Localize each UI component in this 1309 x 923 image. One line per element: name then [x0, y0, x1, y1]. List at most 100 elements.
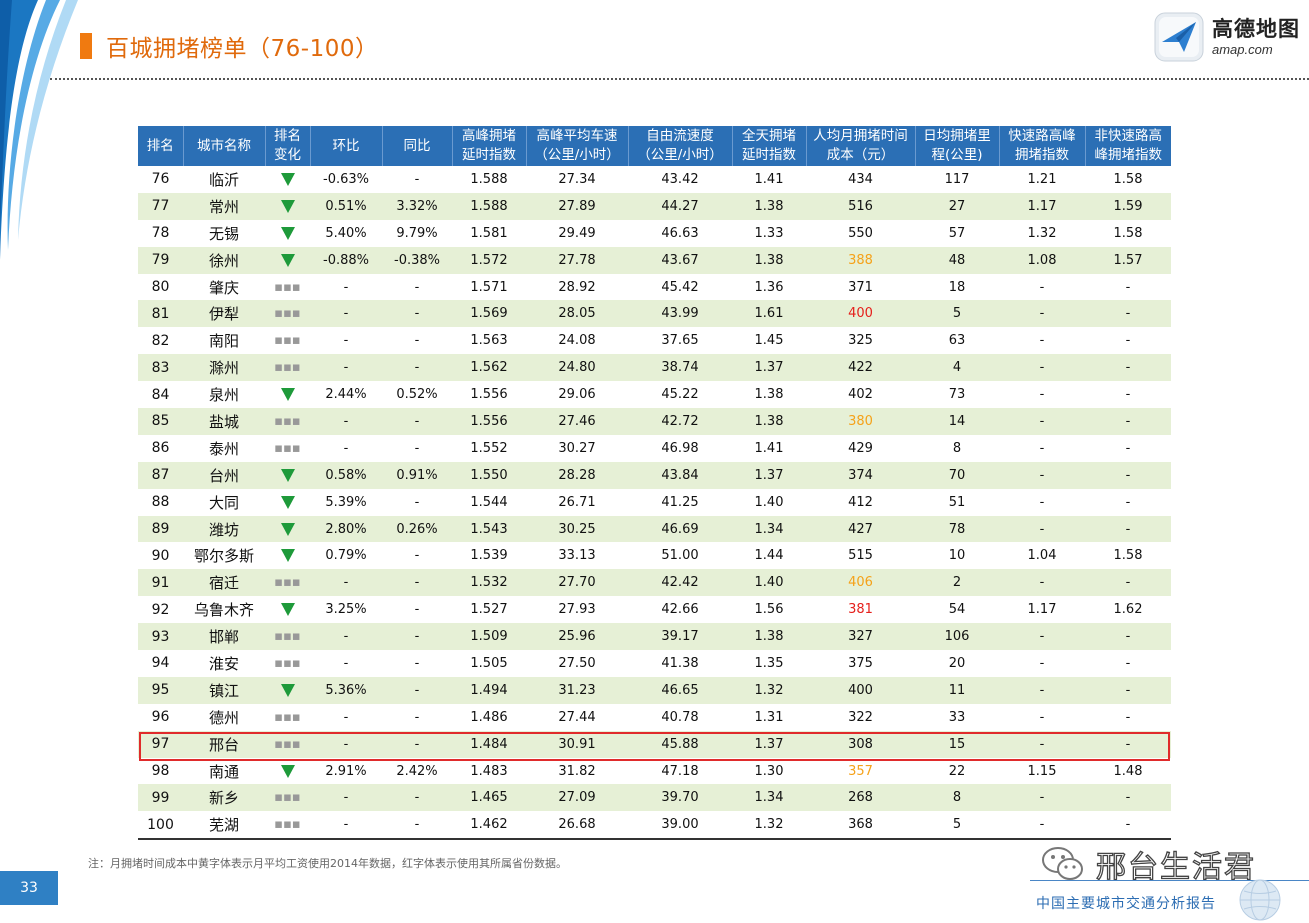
- expressway-index-cell: -: [999, 784, 1085, 812]
- day-index-cell: 1.61: [732, 300, 806, 328]
- expressway-index-cell: -: [999, 354, 1085, 382]
- congestion-km-cell: 2: [915, 569, 999, 597]
- yoy-cell: -: [382, 569, 452, 597]
- rank-change-cell: [265, 461, 310, 489]
- congestion-km-cell: 117: [915, 166, 999, 193]
- peak-index-cell: 1.465: [452, 784, 526, 812]
- peak-index-cell: 1.505: [452, 650, 526, 677]
- peak-index-cell: 1.532: [452, 569, 526, 597]
- peak-speed-cell: 30.25: [526, 515, 628, 543]
- rank-change-cell: ▪▪▪: [265, 434, 310, 462]
- congestion-km-cell: 18: [915, 273, 999, 301]
- rank-down-arrow-icon: [280, 172, 295, 186]
- non-expressway-index-cell: -: [1085, 784, 1171, 812]
- cost-cell: 375: [806, 650, 915, 677]
- congestion-km-cell: 27: [915, 192, 999, 220]
- yoy-cell: -: [382, 703, 452, 731]
- rank-cell: 88: [138, 488, 183, 516]
- column-header: 非快速路高 峰拥堵指数: [1085, 126, 1171, 166]
- peak-index-cell: 1.483: [452, 757, 526, 785]
- rank-cell: 85: [138, 408, 183, 435]
- peak-speed-cell: 29.49: [526, 219, 628, 247]
- day-index-cell: 1.38: [732, 381, 806, 409]
- city-name-cell: 徐州: [183, 246, 265, 274]
- rank-unchanged-icon: ▪▪▪: [274, 709, 301, 725]
- free-speed-cell: 37.65: [628, 327, 732, 355]
- day-index-cell: 1.38: [732, 408, 806, 435]
- table-row: 91 宿迁 ▪▪▪ - -1.532 27.70 42.42 1.40 406 2- -: [138, 569, 1171, 597]
- mom-cell: -: [310, 300, 382, 328]
- table-row: 84 泉州 2.44% 0.52% 1.556 29.06 45.22 1.38 402 73- -: [138, 381, 1171, 409]
- footer-report-title: 中国主要城市交通分析报告: [1036, 896, 1216, 912]
- peak-index-cell: 1.544: [452, 488, 526, 516]
- day-index-cell: 1.33: [732, 219, 806, 247]
- rank-cell: 79: [138, 246, 183, 274]
- peak-index-cell: 1.588: [452, 192, 526, 220]
- table-row: 100 芜湖 ▪▪▪ - -1.462 26.68 39.00 1.32 368 5- -: [138, 811, 1171, 841]
- expressway-index-cell: 1.08: [999, 246, 1085, 274]
- expressway-index-cell: -: [999, 461, 1085, 489]
- congestion-km-cell: 70: [915, 461, 999, 489]
- non-expressway-index-cell: -: [1085, 676, 1171, 704]
- rank-cell: 89: [138, 515, 183, 543]
- peak-speed-cell: 31.82: [526, 757, 628, 785]
- peak-speed-cell: 26.68: [526, 811, 628, 841]
- rank-cell: 100: [138, 811, 183, 841]
- column-header: 排名 变化: [265, 126, 311, 166]
- cost-cell: 400: [806, 300, 915, 328]
- day-index-cell: 1.38: [732, 623, 806, 651]
- rank-change-cell: ▪▪▪: [265, 354, 310, 382]
- mom-cell: 2.91%: [310, 757, 382, 785]
- day-index-cell: 1.34: [732, 515, 806, 543]
- mom-cell: 2.44%: [310, 381, 382, 409]
- free-speed-cell: 42.42: [628, 569, 732, 597]
- cost-cell: 368: [806, 811, 915, 841]
- expressway-index-cell: -: [999, 703, 1085, 731]
- non-expressway-index-cell: -: [1085, 623, 1171, 651]
- mom-cell: -: [310, 569, 382, 597]
- yoy-cell: 0.52%: [382, 381, 452, 409]
- yoy-cell: 9.79%: [382, 219, 452, 247]
- column-header-line: （公里/小时）: [637, 147, 723, 163]
- table-row: 88 大同 5.39% -1.544 26.71 41.25 1.40 412 51- -: [138, 488, 1171, 516]
- rank-down-arrow-icon: [280, 603, 295, 617]
- page-title-block: 百城拥堵榜单（76-100）: [80, 30, 378, 62]
- mom-cell: 0.79%: [310, 542, 382, 570]
- expressway-index-cell: -: [999, 434, 1085, 462]
- mom-cell: -: [310, 327, 382, 355]
- yoy-cell: -: [382, 408, 452, 435]
- free-speed-cell: 43.42: [628, 166, 732, 193]
- cost-cell: 322: [806, 703, 915, 731]
- rank-change-cell: [265, 757, 310, 785]
- rank-down-arrow-icon: [280, 199, 295, 213]
- city-name-cell: 常州: [183, 192, 265, 220]
- mom-cell: -: [310, 650, 382, 677]
- city-name-cell: 无锡: [183, 219, 265, 247]
- day-index-cell: 1.41: [732, 166, 806, 193]
- mom-cell: -: [310, 408, 382, 435]
- column-header: 同比: [382, 126, 453, 166]
- cost-cell: 327: [806, 623, 915, 651]
- rank-unchanged-icon: ▪▪▪: [274, 413, 301, 429]
- table-row: 98 南通 2.91% 2.42% 1.483 31.82 47.18 1.30 357 22 1.…: [138, 757, 1171, 785]
- cost-cell: 357: [806, 757, 915, 785]
- yoy-cell: -: [382, 354, 452, 382]
- cost-cell: 380: [806, 408, 915, 435]
- yoy-cell: 3.32%: [382, 192, 452, 220]
- free-speed-cell: 46.98: [628, 434, 732, 462]
- yoy-cell: -: [382, 434, 452, 462]
- rank-change-cell: [265, 596, 310, 624]
- page-title: 百城拥堵榜单（76-100）: [106, 36, 379, 62]
- city-name-cell: 滁州: [183, 354, 265, 382]
- day-index-cell: 1.31: [732, 703, 806, 731]
- rank-unchanged-icon: ▪▪▪: [274, 629, 301, 645]
- column-header: 日均拥堵里 程(公里): [915, 126, 1000, 166]
- rank-change-cell: [265, 542, 310, 570]
- peak-index-cell: 1.527: [452, 596, 526, 624]
- peak-index-cell: 1.563: [452, 327, 526, 355]
- non-expressway-index-cell: 1.48: [1085, 757, 1171, 785]
- city-name-cell: 盐城: [183, 408, 265, 435]
- rank-cell: 86: [138, 434, 183, 462]
- table-row: 96 德州 ▪▪▪ - -1.486 27.44 40.78 1.31 322 33- -: [138, 703, 1171, 731]
- expressway-index-cell: 1.04: [999, 542, 1085, 570]
